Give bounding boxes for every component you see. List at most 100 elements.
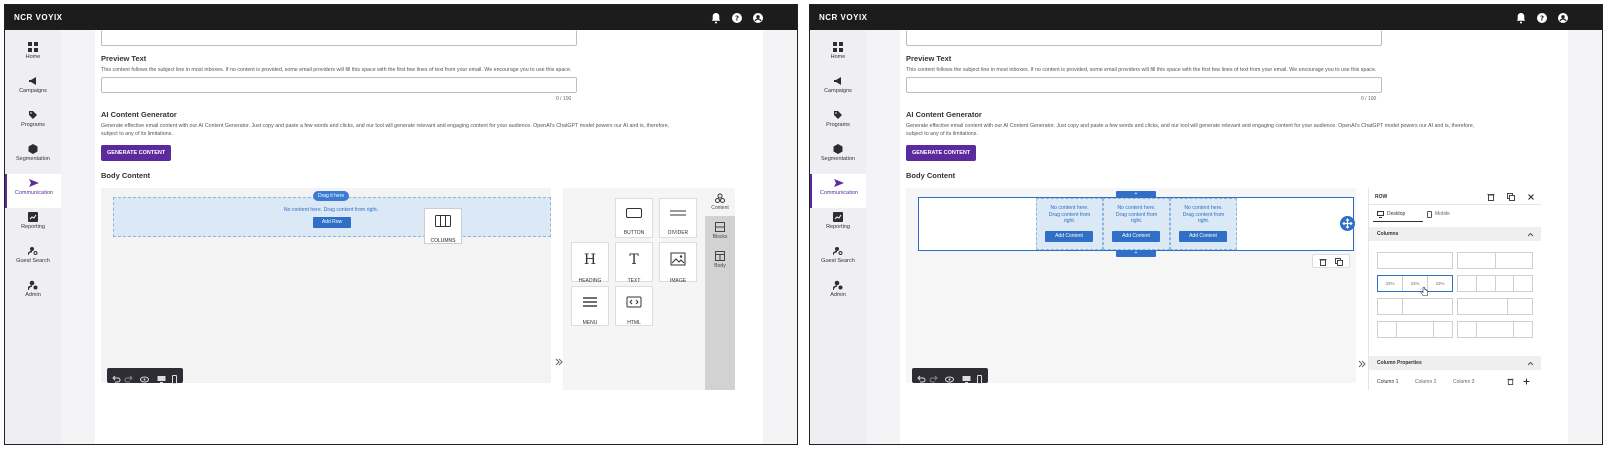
add-content-button-3[interactable]: Add Content (1179, 231, 1227, 242)
redo-icon[interactable] (124, 371, 133, 383)
preview-eye-icon[interactable] (140, 371, 149, 383)
layout-cell (1458, 322, 1477, 337)
nav-communication[interactable]: Communication (810, 174, 866, 208)
nav-guest-search[interactable]: Guest Search (810, 242, 866, 276)
add-content-button-1[interactable]: Add Content (1045, 231, 1093, 242)
nav-reporting[interactable]: Reporting (5, 208, 61, 242)
preview-input[interactable] (906, 77, 1382, 93)
dragging-columns-block[interactable]: COLUMNS (424, 208, 462, 244)
bell-icon[interactable] (710, 11, 722, 24)
close-icon[interactable] (1527, 193, 1535, 201)
nav-admin[interactable]: Admin (810, 276, 866, 310)
account-icon[interactable] (1557, 11, 1569, 23)
chevron-up-icon (1527, 232, 1534, 237)
layout-2-1[interactable] (1457, 298, 1533, 315)
move-handle-icon[interactable] (1340, 216, 1355, 231)
block-divider[interactable]: DIVIDER (659, 198, 697, 238)
nav-label: Segmentation (16, 156, 50, 162)
heading-icon: H (584, 252, 596, 266)
collapse-chevron-icon[interactable] (555, 358, 563, 366)
desktop-view-icon[interactable] (962, 371, 971, 383)
nav-home[interactable]: Home (810, 38, 866, 72)
help-icon[interactable]: ? (1536, 11, 1548, 23)
mobile-view-icon[interactable] (975, 371, 984, 384)
svg-text:?: ? (1540, 15, 1544, 23)
preview-eye-icon[interactable] (945, 371, 954, 383)
tab-body[interactable]: Body (705, 247, 735, 273)
block-html[interactable]: HTML (615, 286, 653, 326)
column-tab-1[interactable]: Column 1 (1377, 379, 1398, 385)
generate-content-button[interactable]: GENERATE CONTENT (101, 145, 172, 161)
tab-content[interactable]: Content (705, 188, 735, 216)
nav-programs[interactable]: Programs (810, 106, 866, 140)
tab-mobile[interactable]: Mobile (1425, 208, 1469, 222)
column-tab-2[interactable]: Column 2 (1415, 379, 1436, 385)
layout-1-2[interactable] (1377, 298, 1453, 315)
preview-input[interactable] (101, 77, 577, 93)
generate-content-button[interactable]: GENERATE CONTENT (906, 145, 977, 161)
block-image[interactable]: IMAGE (659, 242, 697, 284)
nav-guest-search[interactable]: Guest Search (5, 242, 61, 276)
layout-3-col[interactable]: 33% 33% 33% (1377, 275, 1453, 292)
nav-segmentation[interactable]: Segmentation (5, 140, 61, 174)
duplicate-row-icon[interactable] (1335, 258, 1343, 266)
layout-1-col[interactable] (1377, 252, 1453, 269)
nav-label: Campaigns (19, 88, 47, 94)
block-text[interactable]: T TEXT (615, 242, 653, 284)
block-button[interactable]: BUTTON (615, 198, 653, 238)
ai-title: AI Content Generator (906, 110, 982, 119)
add-content-button-2[interactable]: Add Content (1112, 231, 1160, 242)
undo-icon[interactable] (917, 371, 926, 383)
duplicate-icon[interactable] (1507, 193, 1515, 201)
add-row-above-button[interactable]: + (1116, 191, 1156, 198)
nav-communication[interactable]: Communication (5, 174, 61, 208)
layout-cell (1496, 253, 1533, 268)
help-icon[interactable]: ? (731, 11, 743, 23)
add-row-below-button[interactable]: + (1116, 250, 1156, 257)
block-heading[interactable]: H HEADING (571, 242, 609, 284)
delete-column-icon[interactable] (1507, 378, 1514, 385)
columns-section-header[interactable]: Columns (1369, 227, 1541, 241)
column-tab-3[interactable]: Column 3 (1453, 379, 1474, 385)
collapse-chevron-icon[interactable] (1358, 360, 1366, 368)
tab-desktop[interactable]: Desktop (1373, 208, 1423, 222)
editor-main: Preview Text This content follows the su… (95, 30, 763, 444)
delete-row-icon[interactable] (1319, 258, 1327, 266)
layout-1-1-2[interactable] (1457, 321, 1533, 338)
mobile-icon (1427, 211, 1432, 218)
layout-2-col[interactable] (1457, 252, 1533, 269)
nav-programs[interactable]: Programs (5, 106, 61, 140)
subject-input[interactable] (101, 30, 577, 46)
divider-icon (670, 210, 686, 216)
layout-cell (1458, 253, 1496, 268)
block-label: MENU (582, 320, 598, 326)
tag-icon (29, 111, 37, 119)
bell-icon[interactable] (1515, 11, 1527, 24)
redo-icon[interactable] (929, 371, 938, 383)
block-menu[interactable]: MENU (571, 286, 609, 326)
nav-segmentation[interactable]: Segmentation (810, 140, 866, 174)
layout-cell (1477, 276, 1496, 291)
tab-blocks[interactable]: Blocks (705, 218, 735, 244)
nav-reporting[interactable]: Reporting (810, 208, 866, 242)
add-row-button[interactable]: Add Row (313, 217, 351, 228)
layout-1-2-1[interactable] (1377, 321, 1453, 338)
nav-label: Home (25, 54, 41, 60)
undo-icon[interactable] (112, 371, 121, 383)
mobile-view-icon[interactable] (170, 371, 179, 384)
desktop-view-icon[interactable] (157, 371, 166, 383)
image-icon (670, 252, 686, 266)
add-column-icon[interactable] (1523, 378, 1530, 385)
nav-campaigns[interactable]: Campaigns (5, 72, 61, 106)
page-gutter-left (866, 30, 900, 444)
delete-icon[interactable] (1487, 193, 1495, 201)
nav-campaigns[interactable]: Campaigns (810, 72, 866, 106)
grid-icon (28, 42, 38, 52)
nav-home[interactable]: Home (5, 38, 61, 72)
column-properties-header[interactable]: Column Properties (1369, 356, 1541, 370)
account-icon[interactable] (752, 11, 764, 23)
subject-input[interactable] (906, 30, 1382, 46)
nav-admin[interactable]: Admin (5, 276, 61, 310)
layout-4-col[interactable] (1457, 275, 1533, 292)
preview-desc: This content follows the subject line in… (101, 67, 572, 73)
